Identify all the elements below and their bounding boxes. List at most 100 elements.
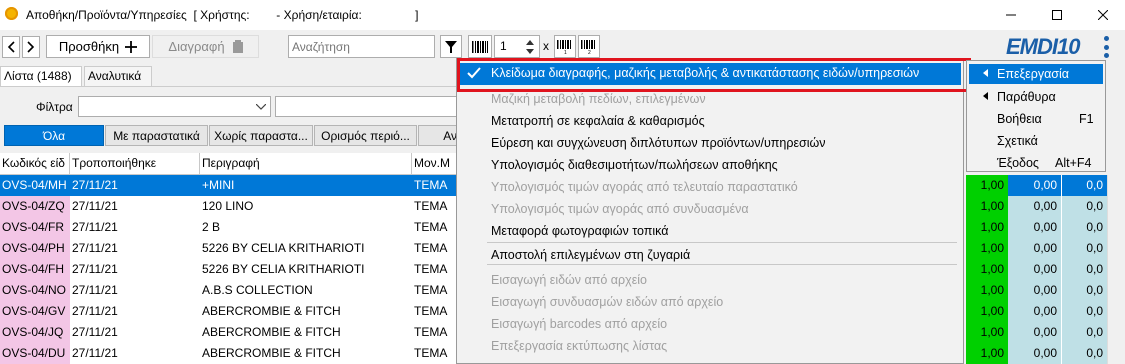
menu-item-move-photos[interactable]: Μεταφορά φωτογραφιών τοπικά bbox=[491, 224, 668, 238]
cell-date[interactable]: 27/11/21 bbox=[70, 259, 200, 280]
cell-value[interactable]: 0,00 bbox=[1008, 301, 1062, 322]
back-button[interactable] bbox=[2, 36, 20, 58]
cell-unit[interactable]: TEMA bbox=[412, 196, 460, 217]
barcode-button[interactable] bbox=[468, 35, 492, 58]
cell-quantity[interactable]: 1,00 bbox=[966, 217, 1008, 238]
cell-quantity[interactable]: 1,00 bbox=[966, 238, 1008, 259]
col-header-modified[interactable]: Τροποποιήθηκε bbox=[70, 153, 200, 175]
filter-with-documents-button[interactable]: Με παραστατικά bbox=[105, 125, 208, 146]
add-button[interactable]: Προσθήκη bbox=[46, 35, 150, 58]
cell-date[interactable]: 27/11/21 bbox=[70, 196, 200, 217]
cell-description[interactable]: ABERCROMBIE & FITCH bbox=[200, 322, 412, 343]
cell-description[interactable]: ABERCROMBIE & FITCH bbox=[200, 301, 412, 322]
cell-unit[interactable]: TEMA bbox=[412, 259, 460, 280]
cell-description[interactable]: ABERCROMBIE & FITCH bbox=[200, 343, 412, 364]
kebab-menu-icon[interactable] bbox=[1101, 36, 1111, 58]
filter-period-button[interactable]: Ορισμός περιό... bbox=[314, 125, 417, 146]
cell-unit[interactable]: TEMA bbox=[412, 280, 460, 301]
menu-item-import-combos[interactable]: Εισαγωγή συνδυασμών ειδών από αρχείο bbox=[491, 295, 723, 309]
cell-code[interactable]: OVS-04/PH bbox=[0, 238, 70, 259]
cell-date[interactable]: 27/11/21 bbox=[70, 343, 200, 364]
close-button[interactable] bbox=[1080, 0, 1125, 30]
cell-unit[interactable]: TEMA bbox=[412, 238, 460, 259]
barcode-1-button[interactable]: 1 bbox=[554, 35, 576, 58]
cell-quantity[interactable]: 1,00 bbox=[966, 343, 1008, 364]
cell-date[interactable]: 27/11/21 bbox=[70, 238, 200, 259]
cell-value[interactable]: 0,00 bbox=[1008, 259, 1062, 280]
cell-code[interactable]: OVS-04/MH bbox=[0, 175, 70, 196]
cell-value-2[interactable]: 0,0 bbox=[1062, 301, 1107, 322]
tab-details[interactable]: Αναλυτικά bbox=[84, 66, 152, 86]
cell-code[interactable]: OVS-04/FH bbox=[0, 259, 70, 280]
menu-item-import-barcodes[interactable]: Εισαγωγή barcodes από αρχείο bbox=[491, 317, 667, 331]
cell-quantity[interactable]: 1,00 bbox=[966, 322, 1008, 343]
cell-value-2[interactable]: 0,0 bbox=[1062, 343, 1107, 364]
cell-value-2[interactable]: 0,0 bbox=[1062, 280, 1107, 301]
cell-value[interactable]: 0,00 bbox=[1008, 238, 1062, 259]
maximize-button[interactable] bbox=[1034, 0, 1080, 30]
filter-more-button[interactable]: Αν bbox=[418, 125, 460, 146]
cell-unit[interactable]: TEMA bbox=[412, 217, 460, 238]
menu-item-uppercase[interactable]: Μετατροπή σε κεφαλαία & καθαρισμός bbox=[491, 114, 705, 128]
quantity-stepper[interactable]: 1 bbox=[494, 35, 540, 58]
cell-value-2[interactable]: 0,0 bbox=[1062, 175, 1107, 196]
barcode-2-button[interactable]: 2 bbox=[578, 35, 600, 58]
cell-value[interactable]: 0,00 bbox=[1008, 196, 1062, 217]
cell-value[interactable]: 0,00 bbox=[1008, 343, 1062, 364]
cell-value-2[interactable]: 0,0 bbox=[1062, 238, 1107, 259]
menu-item-edit-print[interactable]: Επεξεργασία εκτύπωσης λίστας bbox=[491, 339, 667, 353]
cell-code[interactable]: OVS-04/DU bbox=[0, 343, 70, 364]
filter-value-input[interactable] bbox=[275, 96, 460, 117]
submenu-item-about[interactable]: Σχετικά bbox=[997, 134, 1038, 148]
submenu-item-help[interactable]: Βοήθεια bbox=[997, 112, 1042, 126]
minimize-button[interactable] bbox=[988, 0, 1034, 30]
cell-description[interactable]: 2 B bbox=[200, 217, 412, 238]
cell-date[interactable]: 27/11/21 bbox=[70, 217, 200, 238]
menu-item-send-to-scale[interactable]: Αποστολή επιλεγμένων στη ζυγαριά bbox=[491, 248, 690, 262]
cell-code[interactable]: OVS-04/ZQ bbox=[0, 196, 70, 217]
submenu-item-edit[interactable]: Επεξεργασία bbox=[997, 67, 1069, 81]
cell-code[interactable]: OVS-04/NO bbox=[0, 280, 70, 301]
filter-without-documents-button[interactable]: Χωρίς παραστα... bbox=[209, 125, 313, 146]
cell-description[interactable]: +MINI bbox=[200, 175, 412, 196]
cell-date[interactable]: 27/11/21 bbox=[70, 175, 200, 196]
filter-funnel-button[interactable] bbox=[440, 35, 462, 58]
menu-item-purchase-from-last[interactable]: Υπολογισμός τιμών αγοράς από τελευταίο π… bbox=[491, 180, 798, 194]
cell-date[interactable]: 27/11/21 bbox=[70, 301, 200, 322]
vertical-scrollbar[interactable] bbox=[1107, 175, 1125, 364]
menu-item-find-duplicates[interactable]: Εύρεση και συγχώνευση διπλότυπων προϊόντ… bbox=[491, 136, 826, 150]
menu-item-purchase-from-combined[interactable]: Υπολογισμός τιμών αγοράς από συνδυασμένα bbox=[491, 202, 749, 216]
search-input[interactable] bbox=[288, 35, 435, 58]
menu-item-bulk-change[interactable]: Μαζική μεταβολή πεδίων, επιλεγμένων bbox=[491, 92, 706, 106]
tab-list[interactable]: Λίστα (1488) bbox=[0, 66, 82, 86]
cell-code[interactable]: OVS-04/FR bbox=[0, 217, 70, 238]
cell-date[interactable]: 27/11/21 bbox=[70, 322, 200, 343]
cell-value[interactable]: 0,00 bbox=[1008, 280, 1062, 301]
cell-description[interactable]: 5226 BY CELIA KRITHARIOTI bbox=[200, 238, 412, 259]
col-header-unit[interactable]: Μον.Μ bbox=[412, 153, 460, 175]
cell-unit[interactable]: TEMA bbox=[412, 301, 460, 322]
cell-date[interactable]: 27/11/21 bbox=[70, 280, 200, 301]
cell-quantity[interactable]: 1,00 bbox=[966, 280, 1008, 301]
menu-item-import-items[interactable]: Εισαγωγή ειδών από αρχείο bbox=[491, 273, 647, 287]
cell-description[interactable]: A.B.S COLLECTION bbox=[200, 280, 412, 301]
cell-code[interactable]: OVS-04/GV bbox=[0, 301, 70, 322]
cell-quantity[interactable]: 1,00 bbox=[966, 301, 1008, 322]
cell-description[interactable]: 120 LINO bbox=[200, 196, 412, 217]
col-header-description[interactable]: Περιγραφή bbox=[200, 153, 412, 175]
cell-value-2[interactable]: 0,0 bbox=[1062, 259, 1107, 280]
cell-unit[interactable]: TEMA bbox=[412, 175, 460, 196]
cell-value[interactable]: 0,00 bbox=[1008, 175, 1062, 196]
submenu-item-exit[interactable]: Έξοδος bbox=[997, 156, 1039, 170]
cell-value-2[interactable]: 0,0 bbox=[1062, 217, 1107, 238]
cell-unit[interactable]: TEMA bbox=[412, 322, 460, 343]
cell-quantity[interactable]: 1,00 bbox=[966, 259, 1008, 280]
filter-all-button[interactable]: Όλα bbox=[4, 125, 104, 146]
submenu-item-windows[interactable]: Παράθυρα bbox=[997, 90, 1056, 104]
cell-value-2[interactable]: 0,0 bbox=[1062, 322, 1107, 343]
col-header-code[interactable]: Κωδικός είδ bbox=[0, 153, 70, 175]
cell-quantity[interactable]: 1,00 bbox=[966, 196, 1008, 217]
cell-code[interactable]: OVS-04/JQ bbox=[0, 322, 70, 343]
cell-quantity[interactable]: 1,00 bbox=[966, 175, 1008, 196]
delete-button[interactable]: Διαγραφή bbox=[152, 35, 259, 58]
